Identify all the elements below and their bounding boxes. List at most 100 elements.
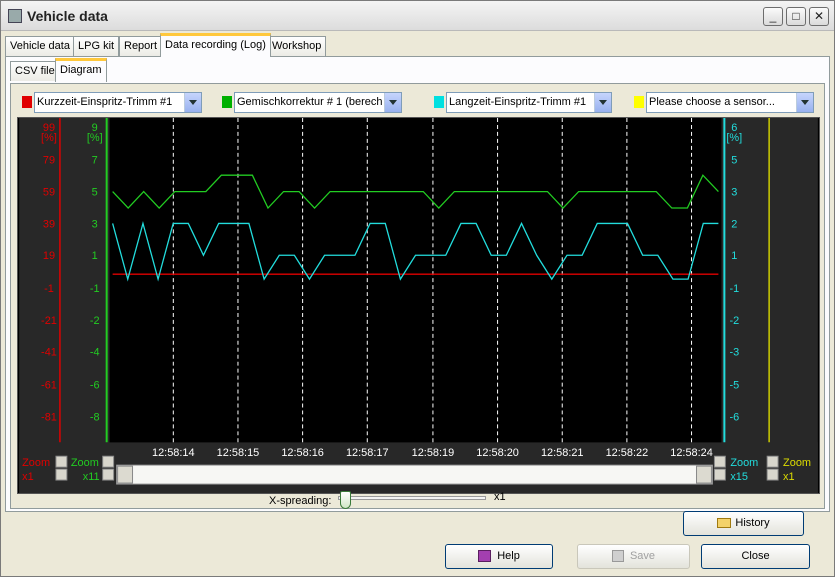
save-disk-icon	[611, 550, 624, 563]
zoom-down-button	[713, 468, 726, 481]
save-button[interactable]: Save	[577, 544, 690, 569]
red-axis-tick: 19	[43, 250, 55, 262]
red-axis-tick: 79	[43, 155, 55, 167]
green-axis-tick: 3	[92, 218, 98, 230]
time-tick-label: 12:58:21	[541, 447, 584, 459]
close-label: Close	[741, 550, 770, 562]
time-tick-label: 12:58:16	[281, 447, 324, 459]
green-axis-tick: -2	[90, 315, 100, 327]
history-label: History	[735, 517, 770, 529]
tab-data-recording[interactable]: Data recording (Log)	[160, 33, 271, 57]
x-spreading-value: x1	[494, 491, 506, 503]
help-book-icon	[478, 550, 492, 563]
window-title: Vehicle data	[27, 8, 108, 24]
cyan-axis-tick: 3	[731, 187, 737, 199]
x-spreading-track[interactable]	[338, 496, 486, 500]
folder-icon	[717, 518, 732, 529]
yellow-zoom-value: x1	[783, 471, 795, 483]
red-axis-tick: -41	[41, 347, 57, 359]
diagram-panel: Kurzzeit-Einspritz-Trimm #1 Gemischkorre…	[10, 83, 825, 509]
zoom-up-button	[55, 455, 68, 468]
red-zoom-label: Zoom	[22, 457, 50, 469]
tab-vehicle-data[interactable]: Vehicle data	[5, 36, 75, 56]
time-tick-label: 12:58:14	[152, 447, 195, 459]
tab-lpg-kit[interactable]: LPG kit	[73, 36, 120, 56]
zoom-up-button	[102, 455, 115, 468]
minimize-button[interactable]: _	[763, 7, 783, 26]
red-axis-unit: [%]	[41, 132, 57, 144]
cyan-axis-tick: -1	[729, 283, 739, 295]
cyan-axis-tick: -6	[729, 411, 739, 423]
red-axis-tick: 59	[43, 187, 55, 199]
cyan-axis-tick: -3	[729, 347, 739, 359]
green-zoom-label: Zoom	[71, 457, 99, 469]
tab-workshop[interactable]: Workshop	[267, 36, 327, 56]
zoom-down-button	[55, 468, 68, 481]
data-recording-panel: CSV file Diagram Kurzzeit-Einspritz-Trim…	[5, 56, 830, 512]
help-label: Help	[497, 550, 520, 562]
horizontal-scrollbar	[116, 464, 713, 485]
time-tick-label: 12:58:22	[606, 447, 649, 459]
help-button[interactable]: Help	[445, 544, 553, 569]
sensor-1-color-swatch	[22, 96, 32, 108]
green-zoom-value: x11	[83, 471, 100, 483]
green-axis-tick: -6	[90, 380, 100, 392]
sensor-chart: 12:58:14 12:58:15 12:58:16 12:58:17 12:58:19…	[17, 117, 820, 494]
time-tick-label: 12:58:17	[346, 447, 389, 459]
sensor-1-value: Kurzzeit-Einspritz-Trimm #1	[37, 96, 173, 108]
green-axis-tick: -8	[90, 411, 100, 423]
green-axis-tick: -4	[90, 347, 100, 359]
green-axis-tick: 5	[92, 187, 98, 199]
chevron-down-icon	[184, 93, 201, 112]
maximize-button[interactable]: □	[786, 7, 806, 26]
cyan-axis-tick: 1	[731, 250, 737, 262]
sensor-1-select[interactable]: Kurzzeit-Einspritz-Trimm #1	[34, 92, 202, 113]
sensor-selector-row: Kurzzeit-Einspritz-Trimm #1 Gemischkorre…	[11, 89, 824, 113]
zoom-up-button	[766, 455, 779, 468]
zoom-down-button	[102, 468, 115, 481]
cyan-zoom-value: x15	[730, 471, 748, 483]
chevron-down-icon	[384, 93, 401, 112]
tab-report[interactable]: Report	[119, 36, 163, 56]
green-axis-unit: [%]	[87, 132, 103, 144]
sensor-4-value: Please choose a sensor...	[649, 96, 775, 108]
cyan-axis-tick: 5	[731, 155, 737, 167]
red-axis-tick: -81	[41, 411, 57, 423]
sensor-2-color-swatch	[222, 96, 232, 108]
chevron-down-icon	[594, 93, 611, 112]
vehicle-data-window: Vehicle data _ □ ✕ Vehicle data LPG kit …	[0, 0, 835, 577]
sensor-4-select[interactable]: Please choose a sensor...	[646, 92, 814, 113]
cyan-axis-tick: -2	[729, 315, 739, 327]
sensor-3-color-swatch	[434, 96, 444, 108]
tab-csv-file[interactable]: CSV file	[10, 61, 60, 81]
tab-diagram[interactable]: Diagram	[55, 58, 107, 82]
scroll-left-button	[117, 465, 134, 484]
sensor-2-select[interactable]: Gemischkorrektur # 1 (berech	[234, 92, 402, 113]
chevron-down-icon	[796, 93, 813, 112]
sensor-4-color-swatch	[634, 96, 644, 108]
close-window-button[interactable]: ✕	[809, 7, 829, 26]
x-spreading-thumb[interactable]	[340, 491, 351, 509]
green-axis-tick: -1	[90, 283, 100, 295]
save-label: Save	[629, 550, 656, 562]
red-axis-tick: -61	[41, 380, 57, 392]
left-axis-strip	[19, 118, 110, 493]
cyan-axis-unit: [%]	[726, 132, 742, 144]
green-axis-tick: 1	[92, 250, 98, 262]
time-tick-label: 12:58:15	[217, 447, 260, 459]
red-axis-tick: -1	[44, 283, 54, 295]
sensor-2-value: Gemischkorrektur # 1 (berech	[237, 96, 383, 108]
yellow-zoom-label: Zoom	[783, 457, 811, 469]
cyan-zoom-label: Zoom	[730, 457, 758, 469]
history-button[interactable]: History	[683, 511, 804, 536]
time-tick-label: 12:58:19	[412, 447, 455, 459]
sensor-3-value: Langzeit-Einspritz-Trimm #1	[449, 96, 587, 108]
sensor-3-select[interactable]: Langzeit-Einspritz-Trimm #1	[446, 92, 612, 113]
time-tick-label: 12:58:20	[476, 447, 519, 459]
zoom-down-button	[766, 468, 779, 481]
cyan-axis-tick: -5	[729, 380, 739, 392]
close-button[interactable]: Close	[701, 544, 810, 569]
scroll-right-button	[696, 465, 712, 484]
title-bar[interactable]: Vehicle data _ □ ✕	[1, 1, 834, 31]
red-axis-tick: 39	[43, 218, 55, 230]
